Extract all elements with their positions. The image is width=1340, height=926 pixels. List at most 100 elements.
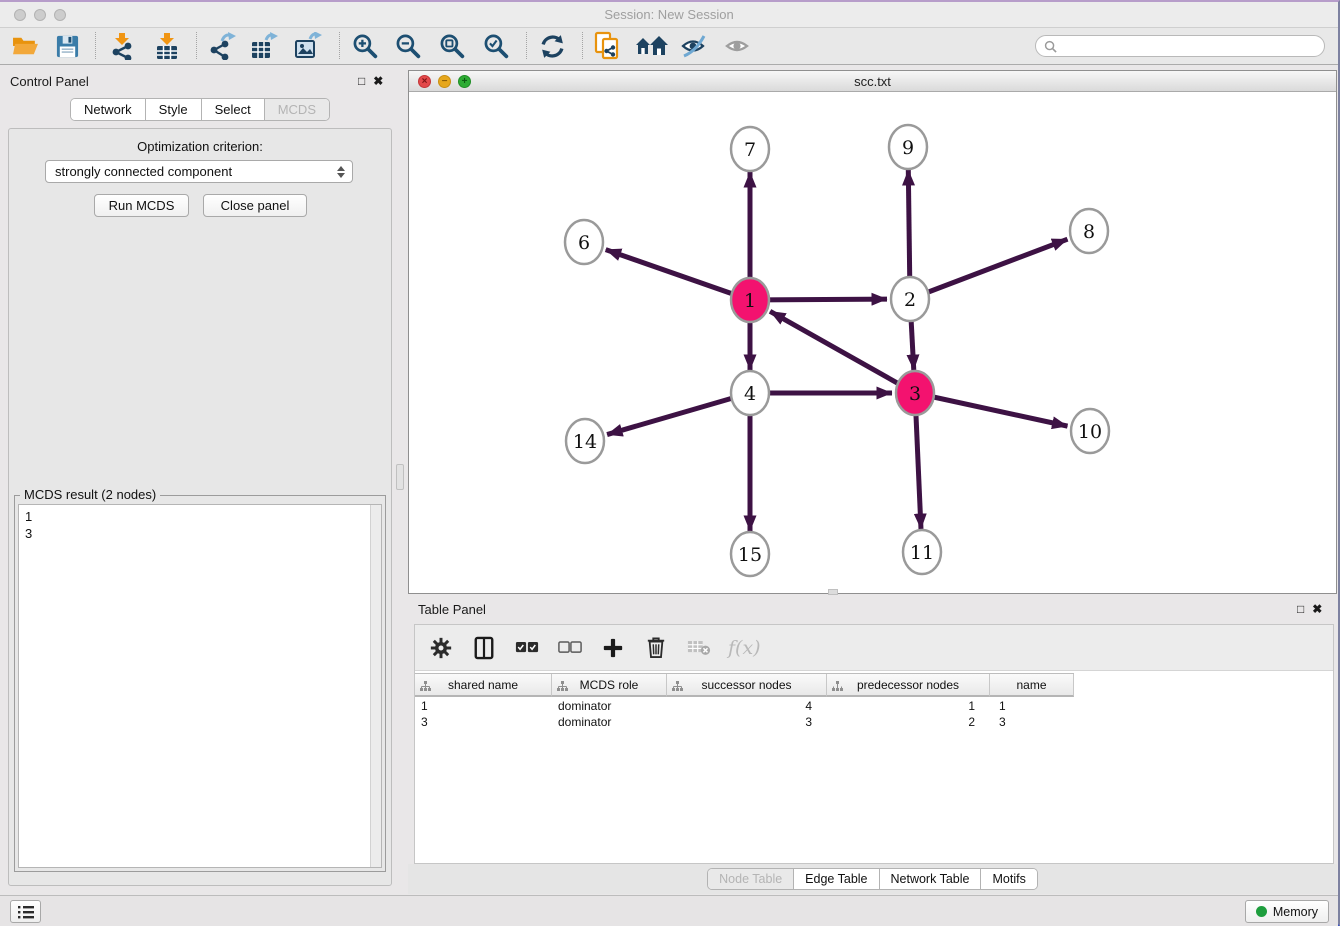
- show-hidden-icon[interactable]: [723, 31, 753, 61]
- panel-splitter-handle[interactable]: [396, 464, 404, 490]
- create-column-plus-icon[interactable]: [599, 634, 627, 662]
- node-table-panel: f(x) shared name MCDS role successor nod…: [414, 624, 1334, 864]
- zoom-in-icon[interactable]: [350, 31, 380, 61]
- search-icon: [1044, 40, 1057, 53]
- select-all-columns-icon[interactable]: [513, 634, 541, 662]
- hide-selected-icon[interactable]: [679, 31, 709, 61]
- table-panel-window-buttons: □ ✖: [1297, 602, 1322, 616]
- graph-node-label: 4: [744, 383, 756, 405]
- column-header-name[interactable]: name: [990, 674, 1074, 697]
- status-bar: Memory: [0, 895, 1338, 926]
- close-panel-icon[interactable]: ✖: [373, 74, 383, 88]
- table-toolbar: f(x): [415, 625, 1333, 671]
- tab-mcds[interactable]: MCDS: [265, 99, 329, 120]
- column-header-mcds-role[interactable]: MCDS role: [552, 674, 667, 697]
- apply-layout-icon[interactable]: [537, 31, 567, 61]
- close-table-panel-icon[interactable]: ✖: [1312, 602, 1322, 616]
- float-panel-icon[interactable]: □: [358, 74, 365, 88]
- control-panel-title: Control Panel: [10, 74, 89, 89]
- graph-node-label: 7: [744, 139, 756, 161]
- network-window-titlebar[interactable]: × − + scc.txt: [409, 71, 1336, 92]
- memory-label: Memory: [1273, 905, 1318, 919]
- memory-status-icon: [1256, 906, 1267, 917]
- tab-style[interactable]: Style: [146, 99, 202, 120]
- cell-successor-nodes: 4: [667, 699, 827, 715]
- hierarchy-icon: [672, 681, 683, 695]
- graph-edge-3-1[interactable]: [770, 311, 915, 393]
- cell-mcds-role: dominator: [552, 715, 667, 731]
- network-view-window: × − + scc.txt 7968124314101511: [408, 70, 1337, 594]
- tab-select[interactable]: Select: [202, 99, 265, 120]
- graph-node-label: 1: [744, 290, 756, 312]
- zoom-selected-icon[interactable]: [481, 31, 511, 61]
- graph-edge-2-8[interactable]: [910, 239, 1067, 299]
- export-table-icon[interactable]: [249, 31, 279, 61]
- cell-predecessor-nodes: 1: [827, 699, 990, 715]
- tab-network[interactable]: Network: [71, 99, 146, 120]
- graph-node-label: 8: [1083, 221, 1095, 243]
- column-header-successor-nodes[interactable]: successor nodes: [667, 674, 827, 697]
- column-header-shared-name[interactable]: shared name: [415, 674, 552, 697]
- first-neighbors-icon[interactable]: [634, 31, 668, 61]
- delete-column-trash-icon[interactable]: [642, 634, 670, 662]
- mcds-result-values: 1 3: [25, 508, 32, 542]
- zoom-fit-icon[interactable]: [437, 31, 467, 61]
- graph-node-label: 10: [1078, 421, 1102, 443]
- table-options-gear-icon[interactable]: [427, 634, 455, 662]
- column-label: name: [1016, 678, 1046, 692]
- export-image-icon[interactable]: [293, 31, 323, 61]
- result-scrollbar[interactable]: [370, 505, 381, 867]
- table-splitter-handle[interactable]: [828, 589, 838, 595]
- graph-edge-1-6[interactable]: [606, 250, 750, 300]
- memory-button[interactable]: Memory: [1245, 900, 1329, 923]
- network-canvas[interactable]: 7968124314101511: [409, 92, 1336, 593]
- cell-predecessor-nodes: 2: [827, 715, 990, 731]
- clone-network-icon[interactable]: [592, 31, 622, 61]
- cell-mcds-role: dominator: [552, 699, 667, 715]
- show-column-icon[interactable]: [470, 634, 498, 662]
- window-title: Session: New Session: [0, 7, 1338, 22]
- cell-name: 3: [990, 715, 1074, 731]
- tab-edge-table[interactable]: Edge Table: [794, 869, 879, 889]
- zoom-out-icon[interactable]: [393, 31, 423, 61]
- unselect-all-columns-icon[interactable]: [556, 634, 584, 662]
- table-header-row: shared name MCDS role successor nodes pr…: [415, 673, 1074, 697]
- export-network-icon[interactable]: [207, 31, 237, 61]
- toolbar-separator: [196, 32, 197, 59]
- table-row[interactable]: 1 dominator 4 1 1: [415, 699, 1074, 715]
- run-mcds-button[interactable]: Run MCDS: [94, 194, 189, 217]
- mcds-result-textarea[interactable]: 1 3: [18, 504, 382, 868]
- open-session-icon[interactable]: [10, 31, 40, 61]
- column-label: predecessor nodes: [857, 678, 959, 692]
- graph-edge-3-10[interactable]: [915, 393, 1068, 426]
- table-panel-title: Table Panel: [418, 602, 486, 617]
- column-header-predecessor-nodes[interactable]: predecessor nodes: [827, 674, 990, 697]
- task-list-icon: [18, 905, 34, 919]
- hierarchy-icon: [557, 681, 568, 695]
- graph-node-label: 3: [909, 383, 921, 405]
- criterion-select[interactable]: strongly connected component: [45, 160, 353, 183]
- mcds-result-title: MCDS result (2 nodes): [20, 487, 160, 502]
- graph-edge-1-2[interactable]: [750, 299, 887, 300]
- tab-node-table[interactable]: Node Table: [708, 869, 794, 889]
- network-graph: 7968124314101511: [409, 92, 1336, 593]
- graph-node-label: 9: [902, 137, 914, 159]
- save-session-icon[interactable]: [52, 31, 82, 61]
- toolbar-separator: [582, 32, 583, 59]
- toolbar-separator: [339, 32, 340, 59]
- search-input[interactable]: [1035, 35, 1325, 57]
- tab-network-table[interactable]: Network Table: [880, 869, 982, 889]
- close-panel-button[interactable]: Close panel: [203, 194, 307, 217]
- cell-name: 1: [990, 699, 1074, 715]
- graph-edge-4-14[interactable]: [607, 393, 750, 435]
- float-table-panel-icon[interactable]: □: [1297, 602, 1304, 616]
- delete-table-icon[interactable]: [685, 634, 713, 662]
- function-builder-icon[interactable]: f(x): [728, 637, 761, 659]
- import-table-icon[interactable]: [152, 31, 182, 61]
- task-history-button[interactable]: [10, 900, 41, 923]
- import-network-icon[interactable]: [107, 31, 137, 61]
- mcds-result-groupbox: MCDS result (2 nodes) 1 3: [14, 495, 386, 872]
- tab-motifs[interactable]: Motifs: [981, 869, 1036, 889]
- column-label: MCDS role: [580, 678, 639, 692]
- table-row[interactable]: 3 dominator 3 2 3: [415, 715, 1074, 731]
